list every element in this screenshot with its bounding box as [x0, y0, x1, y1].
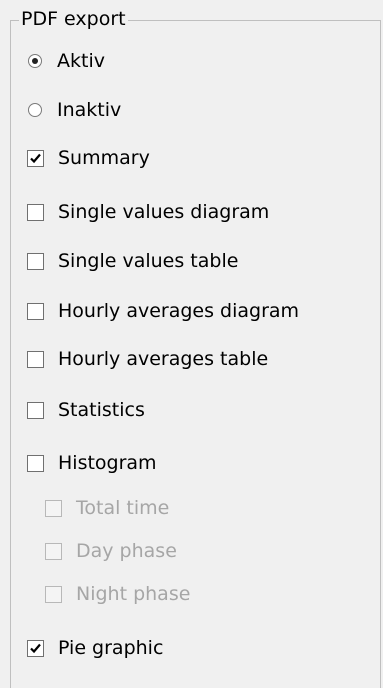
checkmark-icon	[30, 643, 41, 653]
checkbox-single-values-table-box[interactable]	[27, 252, 44, 270]
checkbox-statistics-label: Statistics	[58, 399, 145, 421]
radio-inaktiv-circle[interactable]	[28, 103, 42, 117]
checkbox-statistics[interactable]: Statistics	[27, 397, 145, 423]
checkbox-hourly-averages-diagram[interactable]: Hourly averages diagram	[27, 298, 299, 324]
pdf-export-panel: PDF export Aktiv Inaktiv Summary Single …	[0, 0, 383, 688]
checkbox-total-time-label: Total time	[76, 497, 170, 519]
checkbox-histogram-label: Histogram	[58, 452, 157, 474]
checkbox-night-phase-label: Night phase	[76, 583, 191, 605]
checkbox-summary-label: Summary	[58, 147, 150, 169]
checkbox-single-values-diagram[interactable]: Single values diagram	[27, 199, 269, 225]
checkbox-single-values-table-label: Single values table	[58, 250, 239, 272]
radio-aktiv-circle[interactable]	[28, 54, 42, 68]
checkbox-single-values-table[interactable]: Single values table	[27, 248, 238, 274]
checkbox-histogram-box[interactable]	[27, 454, 44, 472]
checkbox-day-phase[interactable]: Day phase	[45, 538, 177, 564]
checkbox-pie-graphic-box[interactable]	[27, 639, 44, 657]
checkbox-hourly-averages-table[interactable]: Hourly averages table	[27, 346, 268, 372]
checkbox-histogram[interactable]: Histogram	[27, 450, 157, 476]
checkbox-hourly-averages-table-box[interactable]	[27, 350, 44, 368]
groupbox-title: PDF export	[19, 6, 128, 32]
checkbox-pie-graphic-label: Pie graphic	[58, 637, 164, 659]
radio-aktiv[interactable]: Aktiv	[28, 48, 105, 74]
checkbox-hourly-averages-diagram-box[interactable]	[27, 302, 44, 320]
checkmark-icon	[30, 153, 41, 163]
checkbox-total-time[interactable]: Total time	[45, 495, 169, 521]
checkbox-summary[interactable]: Summary	[27, 145, 150, 171]
radio-selected-dot	[32, 58, 38, 64]
checkbox-day-phase-label: Day phase	[76, 540, 177, 562]
radio-inaktiv-label: Inaktiv	[57, 99, 122, 121]
checkbox-hourly-averages-table-label: Hourly averages table	[58, 348, 269, 370]
radio-aktiv-label: Aktiv	[57, 50, 105, 72]
checkbox-single-values-diagram-label: Single values diagram	[58, 201, 270, 223]
checkbox-night-phase[interactable]: Night phase	[45, 581, 190, 607]
checkbox-day-phase-box[interactable]	[45, 542, 62, 560]
checkbox-total-time-box[interactable]	[45, 499, 62, 517]
checkbox-night-phase-box[interactable]	[45, 585, 62, 603]
checkbox-pie-graphic[interactable]: Pie graphic	[27, 635, 163, 661]
checkbox-single-values-diagram-box[interactable]	[27, 203, 44, 221]
checkbox-statistics-box[interactable]	[27, 401, 44, 419]
checkbox-summary-box[interactable]	[27, 149, 44, 167]
checkbox-hourly-averages-diagram-label: Hourly averages diagram	[58, 300, 300, 322]
radio-inaktiv[interactable]: Inaktiv	[28, 97, 121, 123]
